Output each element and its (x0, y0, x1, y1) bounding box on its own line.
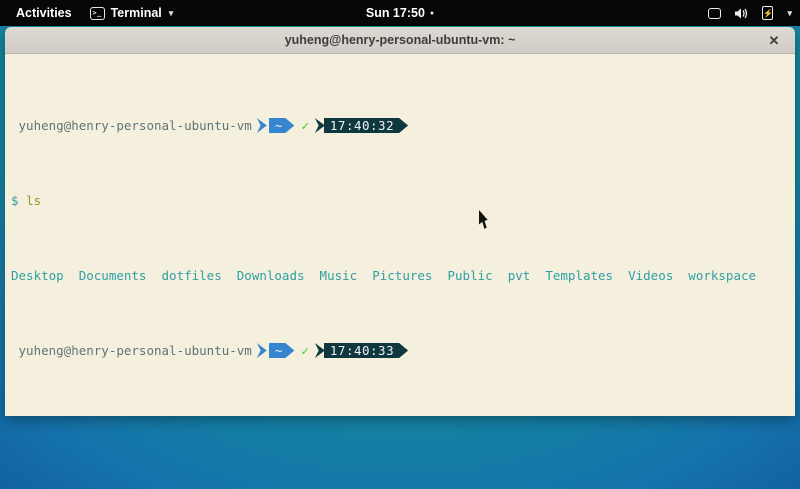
close-icon: ✕ (769, 33, 780, 49)
powerline-arrow-icon (257, 343, 267, 358)
app-menu-terminal[interactable]: >_ Terminal ▾ (90, 6, 174, 20)
terminal-content[interactable]: yuheng@henry-personal-ubuntu-vm ~ ✓ 17:4… (5, 54, 795, 416)
powerline-arrow-icon (257, 118, 267, 133)
clock-button[interactable]: Sun 17:50 ● (366, 0, 434, 26)
top-bar: Activities >_ Terminal ▾ Sun 17:50 ● ⚡ ▾ (0, 0, 800, 26)
close-button[interactable]: ✕ (763, 27, 785, 54)
prompt-dollar: $ (11, 193, 19, 208)
powerline-segments: ~ ✓ 17:40:32 (252, 118, 408, 133)
command-line: $ ls (11, 193, 793, 208)
check-icon: ✓ (301, 343, 309, 358)
window-titlebar[interactable]: yuheng@henry-personal-ubuntu-vm: ~ ✕ (5, 27, 795, 54)
prompt-username: yuheng@henry-personal-ubuntu-vm (11, 343, 252, 358)
powerline-segments: ~ ✓ 17:40:33 (252, 343, 408, 358)
check-icon: ✓ (301, 118, 309, 133)
activities-button[interactable]: Activities (12, 4, 76, 22)
clock-label: Sun 17:50 (366, 6, 425, 20)
powerline-arrow-icon (315, 343, 325, 358)
chevron-down-icon: ▾ (169, 8, 174, 19)
prompt-path-segment: ~ (269, 118, 295, 133)
app-menu-label: Terminal (111, 6, 162, 20)
prompt-path-segment: ~ (269, 343, 295, 358)
battery-icon: ⚡ (762, 6, 773, 20)
window-title: yuheng@henry-personal-ubuntu-vm: ~ (285, 33, 516, 47)
terminal-icon: >_ (90, 7, 105, 20)
system-menu-chevron-icon: ▾ (787, 8, 792, 19)
notification-dot-icon: ● (430, 10, 434, 17)
screen-share-icon (708, 8, 721, 19)
prompt-time: 17:40:33 (324, 343, 408, 358)
ls-output: Desktop Documents dotfiles Downloads Mus… (11, 268, 793, 283)
powerline-arrow-icon (315, 118, 325, 133)
prompt-line: yuheng@henry-personal-ubuntu-vm ~ ✓ 17:4… (11, 343, 793, 358)
prompt-username: yuheng@henry-personal-ubuntu-vm (11, 118, 252, 133)
prompt-line: yuheng@henry-personal-ubuntu-vm ~ ✓ 17:4… (11, 118, 793, 133)
volume-icon (734, 7, 749, 20)
prompt-time: 17:40:32 (324, 118, 408, 133)
terminal-window: yuheng@henry-personal-ubuntu-vm: ~ ✕ yuh… (5, 27, 795, 416)
command-text: ls (26, 193, 41, 208)
system-tray[interactable]: ⚡ ▾ (708, 0, 792, 26)
